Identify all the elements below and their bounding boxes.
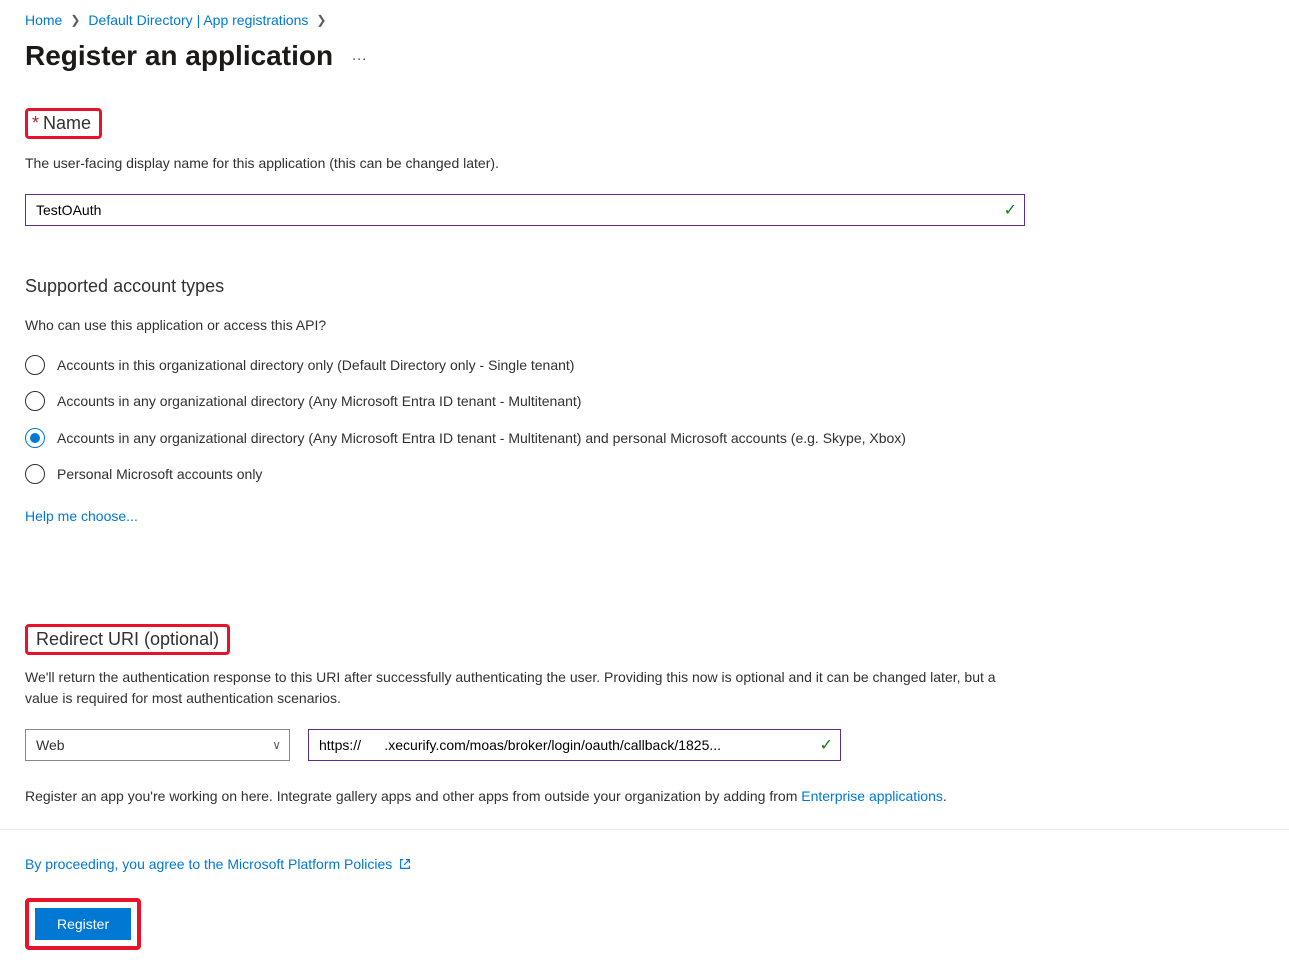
more-actions-icon[interactable]: … [351,47,369,65]
chevron-right-icon: ❯ [316,13,326,27]
name-help-text: The user-facing display name for this ap… [25,153,1025,174]
name-label: *Name [32,113,91,134]
breadcrumb-app-registrations[interactable]: Default Directory | App registrations [88,12,308,28]
radio-icon [25,391,45,411]
enterprise-note: Register an app you're working on here. … [25,785,1264,807]
radio-icon [25,428,45,448]
radio-option-personal-only[interactable]: Personal Microsoft accounts only [25,463,1035,485]
enterprise-applications-link[interactable]: Enterprise applications [801,788,943,804]
platform-select[interactable]: Web ∨ [25,729,290,761]
redirect-uri-heading: Redirect URI (optional) [36,629,219,649]
redirect-uri-input[interactable] [308,729,841,761]
radio-option-multitenant[interactable]: Accounts in any organizational directory… [25,390,1035,412]
external-link-icon [398,857,412,871]
account-types-heading: Supported account types [25,276,1264,297]
account-types-question: Who can use this application or access t… [25,315,1025,336]
account-types-radio-group: Accounts in this organizational director… [25,354,1264,486]
platform-policies-link[interactable]: By proceeding, you agree to the Microsof… [25,856,412,872]
app-name-input[interactable] [25,194,1025,226]
radio-option-single-tenant[interactable]: Accounts in this organizational director… [25,354,1035,376]
breadcrumb: Home ❯ Default Directory | App registrat… [25,12,1264,28]
chevron-right-icon: ❯ [70,13,80,27]
help-me-choose-link[interactable]: Help me choose... [25,508,138,524]
platform-select-value: Web [36,737,65,753]
required-star-icon: * [32,113,39,133]
radio-icon [25,464,45,484]
breadcrumb-home[interactable]: Home [25,12,62,28]
divider [0,829,1289,830]
redirect-uri-help: We'll return the authentication response… [25,667,1025,709]
chevron-down-icon: ∨ [272,738,281,752]
radio-icon [25,355,45,375]
register-button[interactable]: Register [35,908,131,940]
radio-option-multitenant-personal[interactable]: Accounts in any organizational directory… [25,427,1035,449]
page-title: Register an application [25,40,333,72]
